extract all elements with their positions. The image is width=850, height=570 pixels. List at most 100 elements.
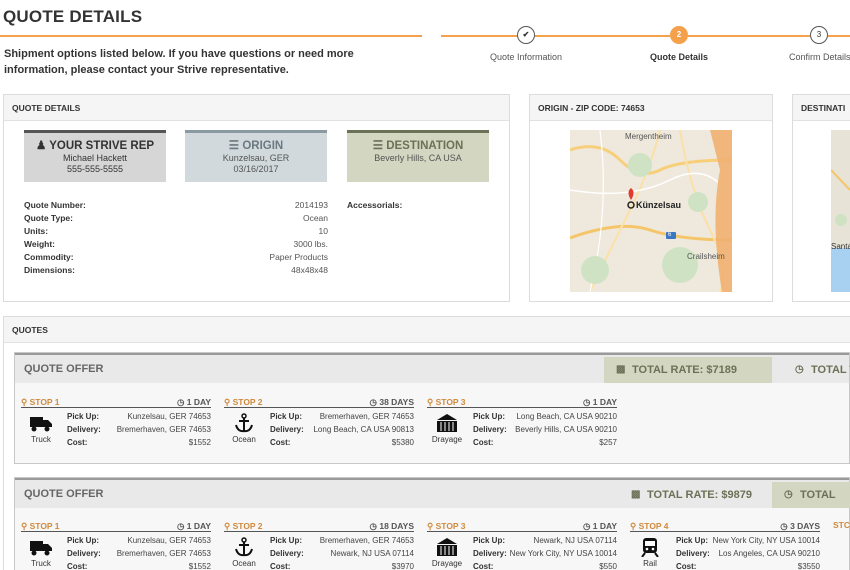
quote-offer-1[interactable]: QUOTE OFFER ▩ TOTAL RATE: $7189 ◷ TOTAL …: [14, 352, 850, 464]
stop-header: ⚲ STOP 4 ◷ 3 DAYS: [630, 520, 820, 532]
step-2-marker: 2: [670, 26, 688, 44]
pickup-row: Pick Up: Long Beach, CA USA 90210: [473, 412, 617, 424]
quotes-heading: QUOTES: [4, 317, 850, 343]
stop-name: STOP 3: [435, 397, 466, 407]
stop-1[interactable]: ⚲ STOP 1 ◷ 1 DAY Truck Pick Up: Kunzelsau, G…: [21, 396, 211, 466]
step-3-label: Confirm Details: [789, 52, 850, 62]
pickup-row: Pick Up: Bremerhaven, GER 74653: [270, 536, 414, 548]
pickup-label: Pick Up:: [67, 536, 100, 545]
signpost-icon: ☰: [372, 140, 383, 152]
rep-phone[interactable]: 555-555-5555: [24, 164, 166, 174]
stop-2[interactable]: ⚲ STOP 2 ◷ 18 DAYS Ocean Pick Up: Bremerhave…: [224, 520, 414, 570]
quote-offer-2[interactable]: QUOTE OFFER ▩ TOTAL RATE: $9879 ◷ TOTAL …: [14, 477, 850, 570]
cost-label: Cost:: [270, 562, 291, 570]
offer-title: QUOTE OFFER: [24, 363, 104, 375]
delivery-value: Los Angeles, CA USA 90210: [718, 549, 820, 558]
total-time-badge: ◷ TOTAL T: [783, 357, 850, 383]
destination-card-title: DESTINATION: [386, 140, 464, 152]
step-1-label[interactable]: Quote Information: [490, 52, 562, 62]
anchor-icon: [232, 537, 256, 557]
stop-3[interactable]: ⚲ STOP 3 ◷ 1 DAY Drayage Pick Up: Newark, NJ…: [427, 520, 617, 570]
quote-field-row: Commodity: Paper Products: [24, 252, 328, 265]
stop-header: ⚲ STOP 1 ◷ 1 DAY: [21, 396, 211, 408]
cost-value: $5380: [391, 438, 414, 447]
cost-label: Cost:: [473, 438, 494, 447]
cost-row: Cost: $1552: [67, 438, 211, 450]
step-1-check-icon[interactable]: ✔: [517, 26, 535, 44]
field-value: 3000 lbs.: [293, 239, 329, 249]
pickup-row: Pick Up: Bremerhaven, GER 74653: [270, 412, 414, 424]
map-road-number: 6: [668, 232, 672, 238]
delivery-row: Delivery: Los Angeles, CA USA 90210: [676, 549, 820, 561]
clock-icon: ◷: [176, 521, 185, 531]
cost-value: $3970: [391, 562, 414, 570]
pickup-value: Bremerhaven, GER 74653: [319, 412, 414, 421]
stop-name: STOP 1: [29, 397, 60, 407]
quote-details-heading: QUOTE DETAILS: [4, 95, 509, 121]
clock-icon: ◷: [176, 397, 185, 407]
pickup-value: Bremerhaven, GER 74653: [319, 536, 414, 545]
stop-duration: 1 DAY: [186, 397, 211, 407]
map-label-east: Crailsheim: [687, 252, 725, 261]
map-label-center: Künzelsau: [636, 200, 682, 210]
pickup-label: Pick Up:: [473, 536, 506, 545]
rep-card: ♟ YOUR STRIVE REP Michael Hackett 555-55…: [24, 130, 166, 182]
cost-value: $550: [599, 562, 617, 570]
stop-1[interactable]: ⚲ STOP 1 ◷ 1 DAY Truck Pick Up: Kunzelsau, G…: [21, 520, 211, 570]
stop-duration: 3 DAYS: [790, 521, 820, 531]
pickup-value: Kunzelsau, GER 74653: [127, 412, 211, 421]
cost-row: Cost: $257: [473, 438, 617, 450]
total-rate-badge[interactable]: ▩ TOTAL RATE: $7189: [604, 357, 772, 383]
quote-field-row: Quote Type: Ocean: [24, 213, 328, 226]
transport-mode-label: Drayage: [431, 559, 463, 568]
field-label: Quote Number:: [24, 200, 86, 210]
transport-mode-label: Ocean: [232, 559, 256, 568]
destination-map[interactable]: Santa: [831, 130, 850, 292]
offer-header: QUOTE OFFER ▩ TOTAL RATE: $9879 ◷ TOTAL: [15, 478, 850, 508]
stop-name: STOP 3: [435, 521, 466, 531]
field-value: 48x48x48: [291, 265, 328, 275]
clock-icon: ◷: [795, 364, 804, 375]
stop-2[interactable]: ⚲ STOP 2 ◷ 38 DAYS Ocean Pick Up: Bremerhave…: [224, 396, 414, 466]
delivery-label: Delivery:: [67, 425, 101, 434]
stop-4[interactable]: ⚲ STOP 4 ◷ 3 DAYS Rail Pick Up: New York Cit…: [630, 520, 820, 570]
delivery-label: Delivery:: [270, 549, 304, 558]
step-2-label: Quote Details: [650, 52, 709, 62]
destination-map-label: Santa: [831, 242, 850, 251]
origin-place: Kunzelsau, GER: [222, 153, 290, 163]
field-label: Commodity:: [24, 252, 74, 262]
pickup-label: Pick Up:: [270, 412, 303, 421]
title-underline: [0, 35, 422, 37]
stop-duration: 38 DAYS: [379, 397, 414, 407]
anchor-icon: [232, 413, 256, 433]
cost-row: Cost: $550: [473, 562, 617, 570]
stop-name: STOP 1: [29, 521, 60, 531]
rep-name: Michael Hackett: [62, 153, 128, 163]
location-pin-icon: ⚲: [427, 521, 434, 531]
field-label: Weight:: [24, 239, 56, 249]
stop-duration: 18 DAYS: [379, 521, 414, 531]
origin-card: ☰ ORIGIN Kunzelsau, GER 03/16/2017: [185, 130, 327, 182]
total-rate-badge[interactable]: ▩ TOTAL RATE: $9879: [619, 482, 769, 508]
stop-3[interactable]: ⚲ STOP 3 ◷ 1 DAY Drayage Pick Up: Long Beach…: [427, 396, 617, 466]
transport-mode-label: Truck: [31, 559, 51, 568]
delivery-row: Delivery: Newark, NJ USA 07114: [270, 549, 414, 561]
stop-5-name-cut: STC: [833, 520, 850, 530]
delivery-label: Delivery:: [473, 549, 507, 558]
cost-row: Cost: $5380: [270, 438, 414, 450]
cost-value: $3550: [797, 562, 820, 570]
pickup-row: Pick Up: Kunzelsau, GER 74653: [67, 536, 211, 548]
field-value: 2014193: [294, 200, 328, 210]
delivery-label: Delivery:: [270, 425, 304, 434]
pickup-label: Pick Up:: [67, 412, 100, 421]
clock-icon: ◷: [582, 521, 591, 531]
delivery-value: Bremerhaven, GER 74653: [116, 425, 211, 434]
field-value: 10: [318, 226, 328, 236]
truck-icon: [29, 537, 53, 557]
origin-map[interactable]: Mergentheim Künzelsau Crailsheim 6: [570, 130, 732, 292]
pickup-value: Newark, NJ USA 07114: [533, 536, 617, 545]
pickup-value: Long Beach, CA USA 90210: [516, 412, 617, 421]
location-pin-icon: ⚲: [224, 397, 231, 407]
stepper-line: [441, 35, 517, 37]
origin-map-heading: ORIGIN - ZIP CODE: 74653: [530, 95, 772, 121]
